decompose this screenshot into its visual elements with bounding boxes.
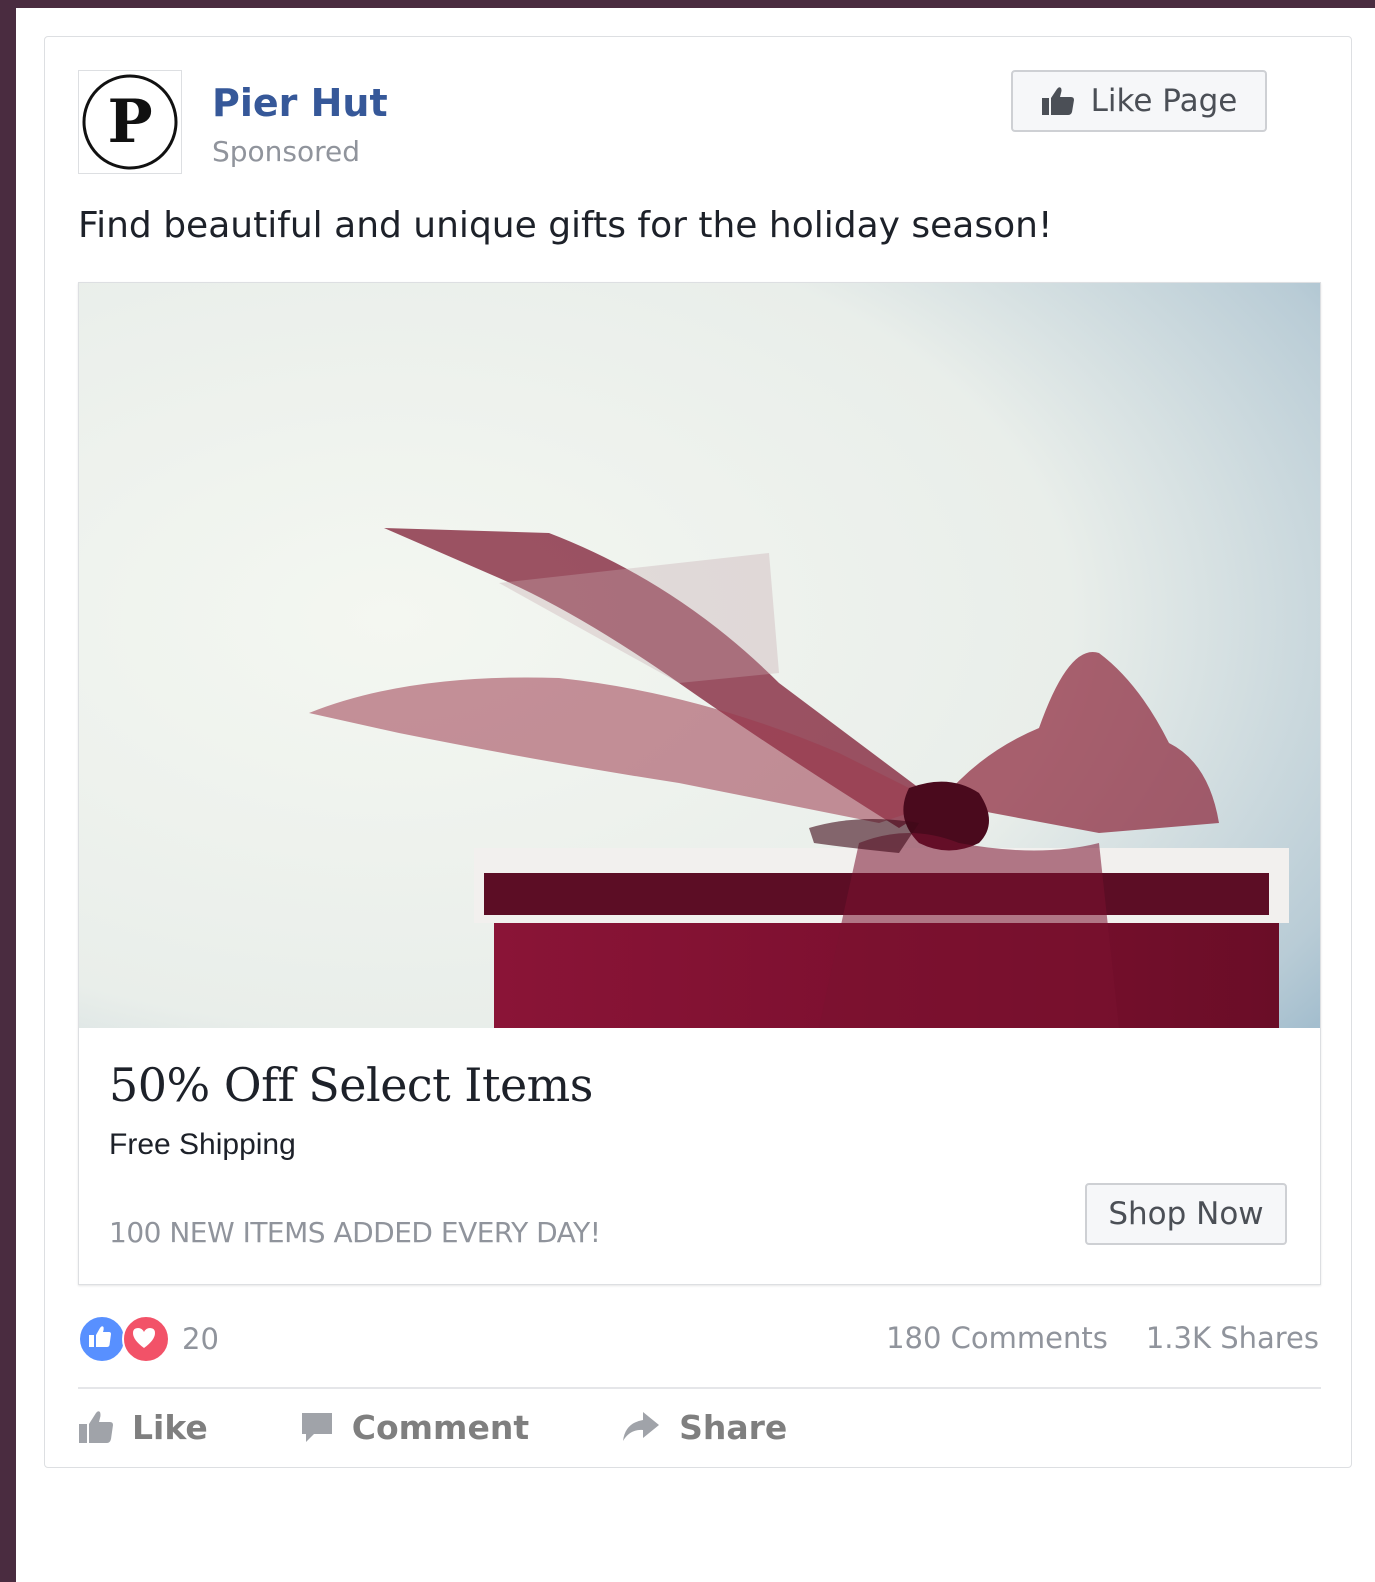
reaction-count: 20 [182,1322,219,1356]
thumbs-up-icon [1041,87,1074,115]
like-reaction-icon [78,1315,126,1363]
sponsored-post-card: P Pier Hut Sponsored Like Page Find beau… [44,36,1352,1468]
page-name-link[interactable]: Pier Hut [212,81,388,125]
share-action-label: Share [679,1407,788,1447]
like-action-button[interactable]: Like [78,1408,208,1447]
like-action-label: Like [132,1407,208,1447]
ad-link-preview[interactable]: 50% Off Select Items Free Shipping 100 N… [78,282,1321,1285]
engagement-counts: 180 Comments 1.3K Shares [886,1321,1319,1355]
like-page-button[interactable]: Like Page [1011,70,1267,132]
comment-bubble-icon [301,1413,332,1442]
comment-action-button[interactable]: Comment [300,1408,529,1447]
post-text: Find beautiful and unique gifts for the … [78,205,1053,246]
thumbs-up-icon [79,1411,113,1443]
ad-caption: 100 NEW ITEMS ADDED EVERY DAY! [109,1216,601,1249]
pier-hut-logo-icon: P [82,74,178,170]
ad-headline[interactable]: 50% Off Select Items [109,1058,593,1112]
action-bar-divider [78,1387,1321,1389]
share-action-button[interactable]: Share [621,1408,787,1447]
shop-now-button[interactable]: Shop Now [1085,1183,1287,1245]
avatar-letter: P [107,87,152,157]
gift-box-ad-image[interactable] [79,283,1320,1028]
comments-count-link[interactable]: 180 Comments [886,1321,1108,1355]
like-page-label: Like Page [1090,83,1238,119]
comment-action-label: Comment [351,1407,530,1447]
post-action-bar: Like Comment Share [78,1405,787,1449]
share-arrow-icon [623,1412,660,1441]
reactions-summary[interactable]: 20 [78,1315,219,1363]
page-avatar[interactable]: P [78,70,182,174]
shares-count-link[interactable]: 1.3K Shares [1146,1321,1319,1355]
love-reaction-icon [122,1315,170,1363]
ad-subline: Free Shipping [109,1128,296,1161]
sponsored-label: Sponsored [212,135,361,168]
page-background: P Pier Hut Sponsored Like Page Find beau… [16,8,1375,1582]
